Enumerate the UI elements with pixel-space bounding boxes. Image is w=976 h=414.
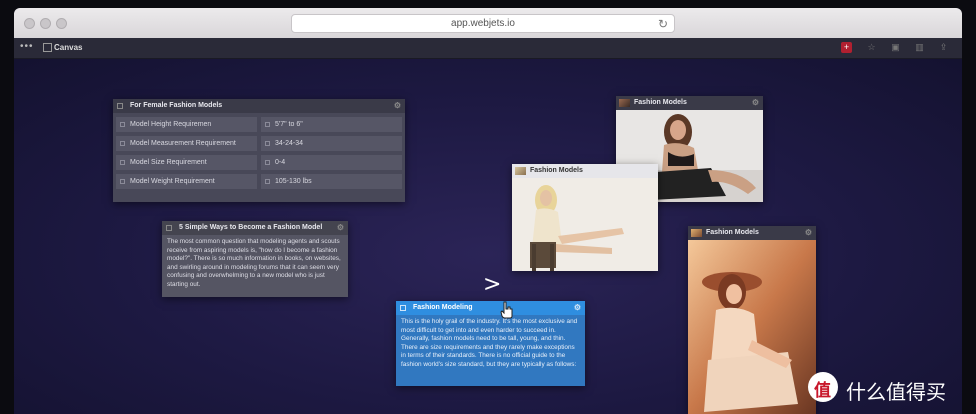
- cell-icon: [120, 160, 125, 165]
- cell-icon: [120, 179, 125, 184]
- note-icon: [400, 305, 406, 311]
- fashion-model-photo: [688, 240, 816, 414]
- canvas-arrow-connector: >: [483, 272, 502, 297]
- settings-icon[interactable]: ⚙: [394, 99, 401, 113]
- browser-chrome: app.webjets.io ↻: [14, 8, 962, 39]
- table-card[interactable]: For Female Fashion Models ⚙ Model Height…: [113, 99, 405, 202]
- cell-icon: [265, 141, 270, 146]
- table-cell-value[interactable]: 5'7" to 6": [261, 117, 402, 132]
- settings-icon[interactable]: ⚙: [752, 96, 759, 110]
- selected-text-card[interactable]: Fashion Modeling ⚙ This is the holy grai…: [396, 301, 585, 386]
- table-card-title: For Female Fashion Models: [130, 102, 223, 109]
- star-icon[interactable]: ☆: [866, 42, 877, 53]
- image-card-title: Fashion Models: [634, 99, 687, 106]
- table-icon: [117, 103, 123, 109]
- image-card-title: Fashion Models: [706, 229, 759, 236]
- table-cell-label[interactable]: Model Size Requirement: [116, 155, 257, 170]
- table-cell-label[interactable]: Model Weight Requirement: [116, 174, 257, 189]
- selected-card-title: Fashion Modeling: [413, 304, 473, 311]
- fashion-model-photo: [512, 178, 658, 271]
- image-card-header[interactable]: Fashion Models ⚙: [688, 226, 816, 240]
- image-thumbnail: [619, 99, 630, 107]
- image-thumbnail: [691, 229, 702, 237]
- hand-cursor-icon: [500, 301, 513, 319]
- maximize-window-button[interactable]: [56, 18, 67, 29]
- watermark-logo-glyph: 值: [814, 381, 831, 401]
- settings-icon[interactable]: ⚙: [574, 301, 581, 315]
- table-cell-value[interactable]: 34-24-34: [261, 136, 402, 151]
- share-icon[interactable]: ⇪: [938, 42, 949, 53]
- cell-text: 105-130 lbs: [275, 178, 312, 185]
- image-card-title: Fashion Models: [530, 167, 583, 174]
- app-toolbar: ••• Canvas + ☆ ▣ ▥ ⇪: [14, 38, 962, 59]
- watermark: 值 什么值得买: [806, 370, 962, 404]
- selected-card-header[interactable]: Fashion Modeling ⚙: [396, 301, 585, 315]
- text-card-title: 5 Simple Ways to Become a Fashion Model: [179, 224, 323, 231]
- image-card[interactable]: Fashion Models ⚙: [688, 226, 816, 414]
- address-bar[interactable]: app.webjets.io ↻: [291, 14, 675, 33]
- settings-icon[interactable]: ⚙: [805, 226, 812, 240]
- text-card-body: The most common question that modeling a…: [167, 238, 341, 288]
- settings-icon[interactable]: ⚙: [337, 221, 344, 235]
- cell-icon: [120, 141, 125, 146]
- reload-icon[interactable]: ↻: [658, 16, 668, 33]
- watermark-logo-icon: 值: [808, 372, 838, 402]
- cell-text: Model Weight Requirement: [130, 178, 215, 185]
- cell-icon: [120, 122, 125, 127]
- url-text: app.webjets.io: [451, 18, 515, 29]
- canvas-icon: [43, 43, 52, 52]
- cell-text: 0-4: [275, 159, 286, 166]
- image-card-header[interactable]: Fashion Models ⚙: [616, 96, 763, 110]
- selected-card-body: This is the holy grail of the industry. …: [401, 318, 578, 368]
- table-card-header[interactable]: For Female Fashion Models ⚙: [113, 99, 405, 113]
- cell-icon: [265, 122, 270, 127]
- cell-text: Model Size Requirement: [130, 159, 207, 166]
- image-card[interactable]: Fashion Models: [512, 164, 658, 271]
- trash-icon[interactable]: ▥: [914, 42, 925, 53]
- menu-icon[interactable]: •••: [20, 41, 34, 52]
- note-icon: [166, 225, 172, 231]
- cell-icon: [265, 179, 270, 184]
- cell-icon: [265, 160, 270, 165]
- watermark-text: 什么值得买: [846, 380, 946, 404]
- table-cell-value[interactable]: 0-4: [261, 155, 402, 170]
- archive-icon[interactable]: ▣: [890, 42, 901, 53]
- add-icon[interactable]: +: [841, 42, 852, 53]
- table-cell-value[interactable]: 105-130 lbs: [261, 174, 402, 189]
- close-window-button[interactable]: [24, 18, 35, 29]
- table-cell-label[interactable]: Model Height Requiremen: [116, 117, 257, 132]
- image-card-header[interactable]: Fashion Models: [512, 164, 658, 178]
- minimize-window-button[interactable]: [40, 18, 51, 29]
- image-thumbnail: [515, 167, 526, 175]
- canvas-title: Canvas: [54, 43, 83, 52]
- table-cell-label[interactable]: Model Measurement Requirement: [116, 136, 257, 151]
- cell-text: 5'7" to 6": [275, 121, 303, 128]
- cell-text: Model Height Requiremen: [130, 121, 212, 128]
- text-card[interactable]: 5 Simple Ways to Become a Fashion Model …: [162, 221, 348, 297]
- text-card-header[interactable]: 5 Simple Ways to Become a Fashion Model …: [162, 221, 348, 235]
- cell-text: 34-24-34: [275, 140, 304, 147]
- cell-text: Model Measurement Requirement: [130, 140, 236, 147]
